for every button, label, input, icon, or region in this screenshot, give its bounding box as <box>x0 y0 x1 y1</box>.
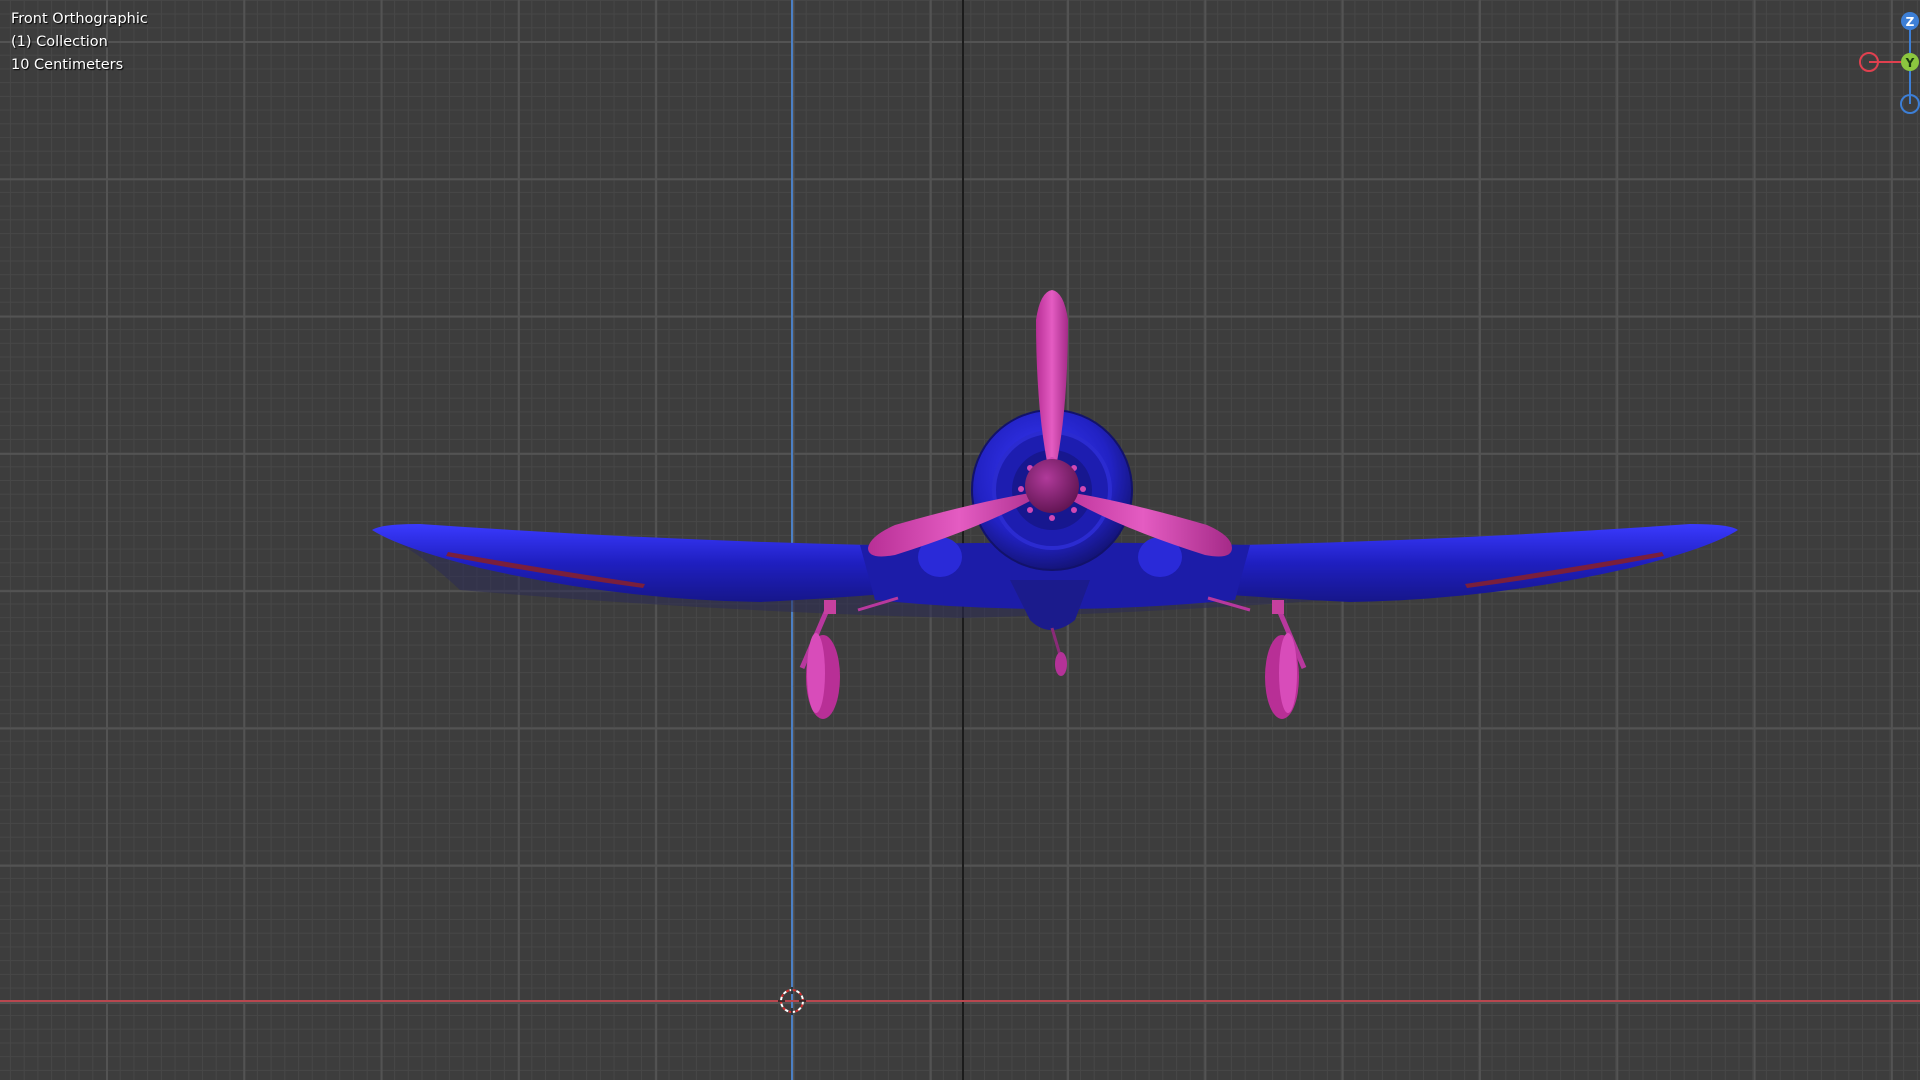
left-landing-gear <box>799 596 899 719</box>
3d-viewport[interactable]: Front Orthographic (1) Collection 10 Cen… <box>0 0 1920 1080</box>
airplane-model[interactable] <box>0 0 1920 1080</box>
collection-label: (1) Collection <box>11 34 108 50</box>
gizmo-y-label: Y <box>1905 56 1915 70</box>
viewport-overlay-info: Front Orthographic (1) Collection 10 Cen… <box>11 8 148 77</box>
tailwheel-strut <box>1050 627 1062 656</box>
gizmo-y-icon[interactable]: Y <box>1901 53 1919 71</box>
propeller-spinner <box>1025 459 1079 513</box>
tailwheel <box>1055 652 1067 676</box>
navigation-gizmo[interactable]: Z Y <box>1840 0 1920 120</box>
grid-scale-label: 10 Centimeters <box>11 57 124 73</box>
gizmo-z-label: Z <box>1906 15 1915 29</box>
gizmo-z-icon[interactable]: Z <box>1901 12 1919 30</box>
3d-cursor-icon[interactable] <box>778 987 806 1015</box>
right-landing-gear <box>1207 596 1307 719</box>
view-name-label: Front Orthographic <box>11 11 148 27</box>
